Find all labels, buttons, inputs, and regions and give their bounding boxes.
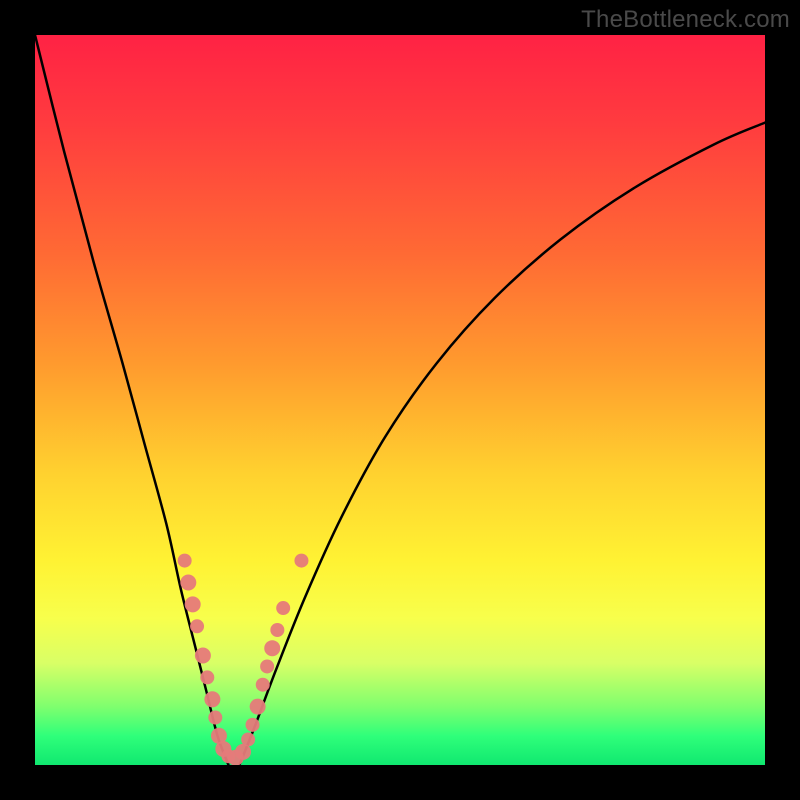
data-marker (276, 601, 290, 615)
data-marker (250, 699, 266, 715)
data-marker (264, 640, 280, 656)
data-marker (185, 596, 201, 612)
data-marker (270, 623, 284, 637)
data-marker (208, 711, 222, 725)
curve-right (239, 123, 765, 765)
data-marker (246, 718, 260, 732)
data-marker (200, 670, 214, 684)
data-marker (256, 678, 270, 692)
data-marker (180, 575, 196, 591)
data-marker (204, 691, 220, 707)
plot-area (35, 35, 765, 765)
data-marker (190, 619, 204, 633)
data-marker (294, 554, 308, 568)
data-marker (241, 732, 255, 746)
data-marker (260, 659, 274, 673)
data-marker (195, 648, 211, 664)
data-marker (178, 554, 192, 568)
curve-svg (35, 35, 765, 765)
chart-frame: TheBottleneck.com (0, 0, 800, 800)
watermark-text: TheBottleneck.com (581, 6, 790, 34)
marker-layer (178, 554, 309, 765)
